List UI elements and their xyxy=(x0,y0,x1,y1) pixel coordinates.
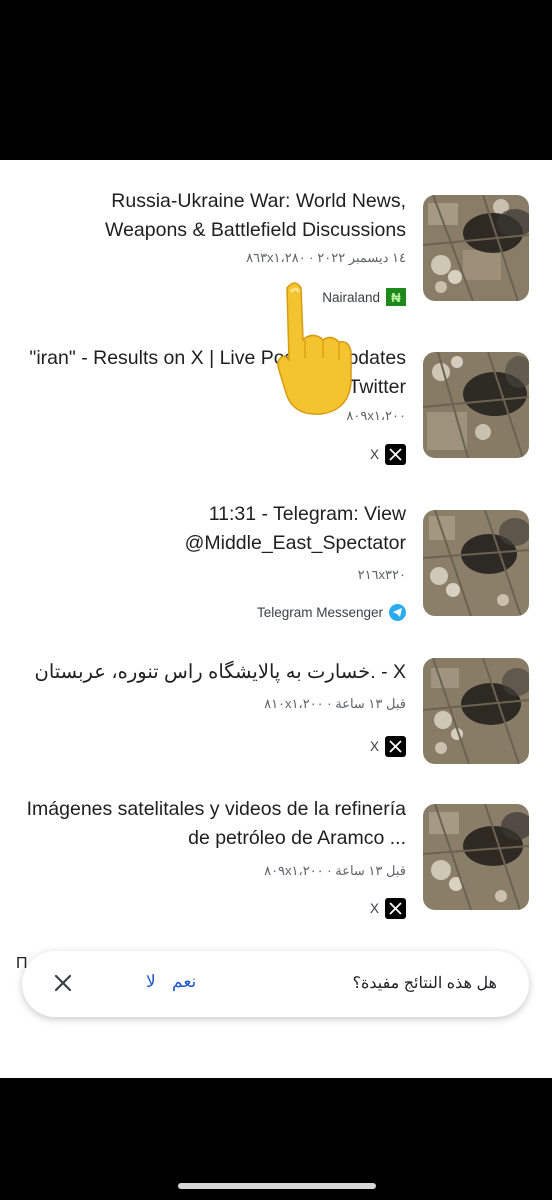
source-name: X xyxy=(369,901,379,916)
navigation-bar-area xyxy=(0,1078,552,1200)
x-icon xyxy=(385,898,406,919)
result-title[interactable]: Imágenes satelitales y videos de la refi… xyxy=(26,795,406,853)
result-source[interactable]: X xyxy=(370,898,406,919)
result-meta: ١٤ ديسمبر ٢٠٢٢ · ٨٦٣x١،٢٨٠ xyxy=(246,250,406,265)
pointing-hand-emoji xyxy=(277,282,352,415)
status-bar-area xyxy=(0,0,552,160)
list-item[interactable]: Imágenes satelitales y videos de la refi… xyxy=(0,780,552,940)
result-meta: قبل ١٣ ساعة · ٨٠٩x١،٢٠٠ xyxy=(264,863,406,878)
satellite-image xyxy=(423,195,529,301)
result-thumbnail[interactable] xyxy=(423,510,529,616)
yes-button[interactable]: نعم xyxy=(172,972,196,992)
source-name: Telegram Messenger xyxy=(256,605,383,620)
feedback-prompt: لا نعم هل هذه النتائج مفيدة؟ xyxy=(22,951,529,1017)
result-thumbnail[interactable] xyxy=(423,352,529,458)
result-thumbnail[interactable] xyxy=(423,195,529,301)
satellite-image xyxy=(423,658,529,764)
result-title[interactable]: Russia-Ukraine War: World News, Weapons … xyxy=(26,187,406,245)
result-title[interactable]: 11:31 - Telegram: View @Middle_East_Spec… xyxy=(26,500,406,558)
result-thumbnail[interactable] xyxy=(423,804,529,910)
x-icon xyxy=(385,736,406,757)
telegram-icon xyxy=(389,604,406,621)
list-item[interactable]: خسارت به پالایشگاه راس تنوره، عربستان. -… xyxy=(0,640,552,780)
home-indicator[interactable] xyxy=(178,1183,376,1189)
close-icon[interactable] xyxy=(50,970,76,996)
result-meta: قبل ١٣ ساعة · ٨١٠x١،٢٠٠ xyxy=(264,696,406,711)
feedback-question: هل هذه النتائج مفيدة؟ xyxy=(352,975,497,992)
result-meta: ٢١٦x٣٢٠ xyxy=(357,567,406,582)
source-name: X xyxy=(369,739,379,754)
result-source[interactable]: Telegram Messenger xyxy=(257,604,406,621)
result-title[interactable]: خسارت به پالایشگاه راس تنوره، عربستان. -… xyxy=(26,658,406,687)
list-item[interactable]: 11:31 - Telegram: View @Middle_East_Spec… xyxy=(0,480,552,640)
nairaland-icon: ₦ xyxy=(386,288,406,306)
x-icon xyxy=(385,444,406,465)
source-name: X xyxy=(369,447,379,462)
result-source[interactable]: X xyxy=(370,444,406,465)
no-button[interactable]: لا xyxy=(146,972,156,992)
result-thumbnail[interactable] xyxy=(423,658,529,764)
satellite-image xyxy=(423,510,529,616)
satellite-image xyxy=(423,352,529,458)
satellite-image xyxy=(423,804,529,910)
result-source[interactable]: X xyxy=(370,736,406,757)
